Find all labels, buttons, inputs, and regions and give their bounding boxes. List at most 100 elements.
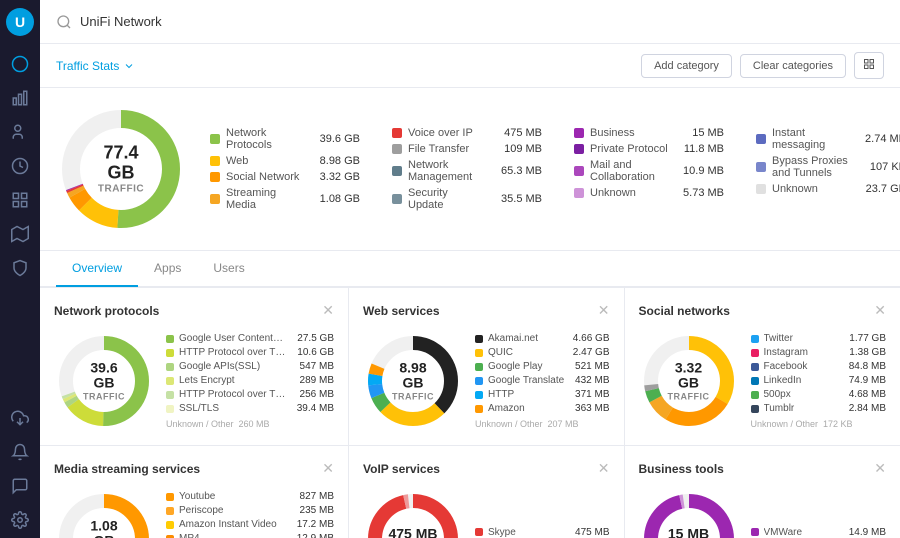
close-button[interactable]: ✕ <box>598 302 610 319</box>
legend-dot <box>166 535 174 538</box>
legend-dot <box>210 156 220 166</box>
topbar: UniFi Network <box>40 0 900 44</box>
legend-item: Network Protocols 39.6 GB <box>210 127 360 151</box>
app-title-area: UniFi Network <box>56 14 162 30</box>
card-donut-center: 475 MB TRAFFIC <box>388 526 437 538</box>
legend-item: Tumblr 2.84 MB <box>751 403 887 414</box>
card-header: Social networks ✕ <box>639 302 887 319</box>
header-actions: Add category Clear categories <box>641 52 884 79</box>
sidebar-item-users[interactable] <box>2 116 38 148</box>
sidebar-item-chart[interactable] <box>2 82 38 114</box>
legend-item: Network Management 65.3 MB <box>392 159 542 183</box>
legend-item: MP4 12.9 MB <box>166 533 334 538</box>
legend-item: Mail and Collaboration 10.9 MB <box>574 159 724 183</box>
clear-categories-button[interactable]: Clear categories <box>740 54 846 78</box>
legend-dot <box>756 184 766 194</box>
card-donut: 8.98 GB TRAFFIC <box>363 331 463 431</box>
legend-item: VMWare 14.9 MB <box>751 527 887 538</box>
legend-dot <box>756 134 766 144</box>
legend-dot <box>166 349 174 357</box>
legend-col-2: Voice over IP 475 MB File Transfer 109 M… <box>392 127 542 211</box>
sidebar-item-grid[interactable] <box>2 184 38 216</box>
legend-item: Instant messaging 2.74 MB <box>756 127 900 151</box>
tab-overview[interactable]: Overview <box>56 251 138 287</box>
card-body: 475 MB TRAFFIC Skype 475 MB SIP <box>363 489 610 538</box>
sidebar-item-download[interactable] <box>2 402 38 434</box>
card-body: 39.6 GB TRAFFIC Google User ContentSSL..… <box>54 331 334 431</box>
card-donut-center: 3.32 GB TRAFFIC <box>664 361 714 402</box>
card-legend: VMWare 14.9 MB CPanel 164 KB <box>751 527 887 538</box>
tab-users[interactable]: Users <box>197 251 260 287</box>
traffic-stats-dropdown[interactable]: Traffic Stats <box>56 59 135 73</box>
close-button[interactable]: ✕ <box>322 460 334 477</box>
tab-apps[interactable]: Apps <box>138 251 197 287</box>
legend-item: Youtube 827 MB <box>166 491 334 502</box>
legend-dot <box>574 128 584 138</box>
legend-dot <box>574 188 584 198</box>
overview-legend: Network Protocols 39.6 GB Web 8.98 GB So… <box>210 127 900 211</box>
card-donut-center: 8.98 GB TRAFFIC <box>388 361 438 402</box>
legend-item: Periscope 235 MB <box>166 505 334 516</box>
card-legend: Skype 475 MB SIP 180 KB <box>475 527 610 538</box>
main-content: UniFi Network Traffic Stats Add category… <box>40 0 900 538</box>
legend-other: Unknown / Other 260 MB <box>166 419 334 429</box>
card-header: Web services ✕ <box>363 302 610 319</box>
legend-dot <box>392 144 402 154</box>
sidebar-item-message[interactable] <box>2 470 38 502</box>
legend-item: Akamai.net 4.66 GB <box>475 333 610 344</box>
legend-other: Unknown / Other 207 MB <box>475 419 610 429</box>
legend-dot <box>166 521 174 529</box>
sidebar-item-home[interactable] <box>2 48 38 80</box>
legend-dot <box>210 172 220 182</box>
legend-dot <box>751 405 759 413</box>
sidebar-item-bell[interactable] <box>2 436 38 468</box>
close-button[interactable]: ✕ <box>874 302 886 319</box>
grid-view-button[interactable] <box>854 52 884 79</box>
legend-item: HTTP 371 MB <box>475 389 610 400</box>
overview-section: 77.4 GB TRAFFIC Network Protocols 39.6 G… <box>40 88 900 251</box>
sidebar-item-shield[interactable] <box>2 252 38 284</box>
card-body: 8.98 GB TRAFFIC Akamai.net 4.66 GB QUIC <box>363 331 610 431</box>
legend-dot <box>475 377 483 385</box>
card-media-streaming: Media streaming services ✕ <box>40 446 349 538</box>
card-title: Business tools <box>639 462 724 476</box>
legend-dot <box>166 405 174 413</box>
card-donut: 1.08 GB TRAFFIC <box>54 489 154 538</box>
legend-item: HTTP Protocol over TL... 256 MB <box>166 389 334 400</box>
chevron-down-icon <box>123 60 135 72</box>
add-category-button[interactable]: Add category <box>641 54 732 78</box>
card-donut: 39.6 GB TRAFFIC <box>54 331 154 431</box>
legend-dot <box>475 405 483 413</box>
legend-dot <box>166 493 174 501</box>
legend-dot <box>574 166 584 176</box>
cards-grid: Network protocols ✕ <box>40 287 900 538</box>
sidebar-item-map[interactable] <box>2 218 38 250</box>
search-icon[interactable] <box>56 14 72 30</box>
card-title: Web services <box>363 304 440 318</box>
sidebar-item-clock[interactable] <box>2 150 38 182</box>
legend-item: Private Protocol 11.8 MB <box>574 143 724 155</box>
legend-item: Streaming Media 1.08 GB <box>210 187 360 211</box>
legend-dot <box>475 349 483 357</box>
legend-dot <box>166 377 174 385</box>
legend-item: HTTP Protocol over TLS... 10.6 GB <box>166 347 334 358</box>
legend-item: Instagram 1.38 GB <box>751 347 887 358</box>
legend-dot <box>475 528 483 536</box>
legend-item: Bypass Proxies and Tunnels 107 KB <box>756 155 900 179</box>
legend-item: Security Update 35.5 MB <box>392 187 542 211</box>
close-button[interactable]: ✕ <box>322 302 334 319</box>
sidebar: U <box>0 0 40 538</box>
overview-total-label: TRAFFIC <box>89 183 154 194</box>
legend-item: Unknown 23.7 GB <box>756 183 900 195</box>
legend-dot <box>166 335 174 343</box>
grid-icon <box>863 58 875 70</box>
legend-dot <box>751 391 759 399</box>
close-button[interactable]: ✕ <box>598 460 610 477</box>
legend-item: Web 8.98 GB <box>210 155 360 167</box>
sidebar-item-settings[interactable] <box>2 504 38 536</box>
legend-other: Unknown / Other 172 KB <box>751 419 887 429</box>
card-social-networks: Social networks ✕ <box>625 288 900 446</box>
legend-dot <box>751 363 759 371</box>
legend-dot <box>210 194 220 204</box>
close-button[interactable]: ✕ <box>874 460 886 477</box>
